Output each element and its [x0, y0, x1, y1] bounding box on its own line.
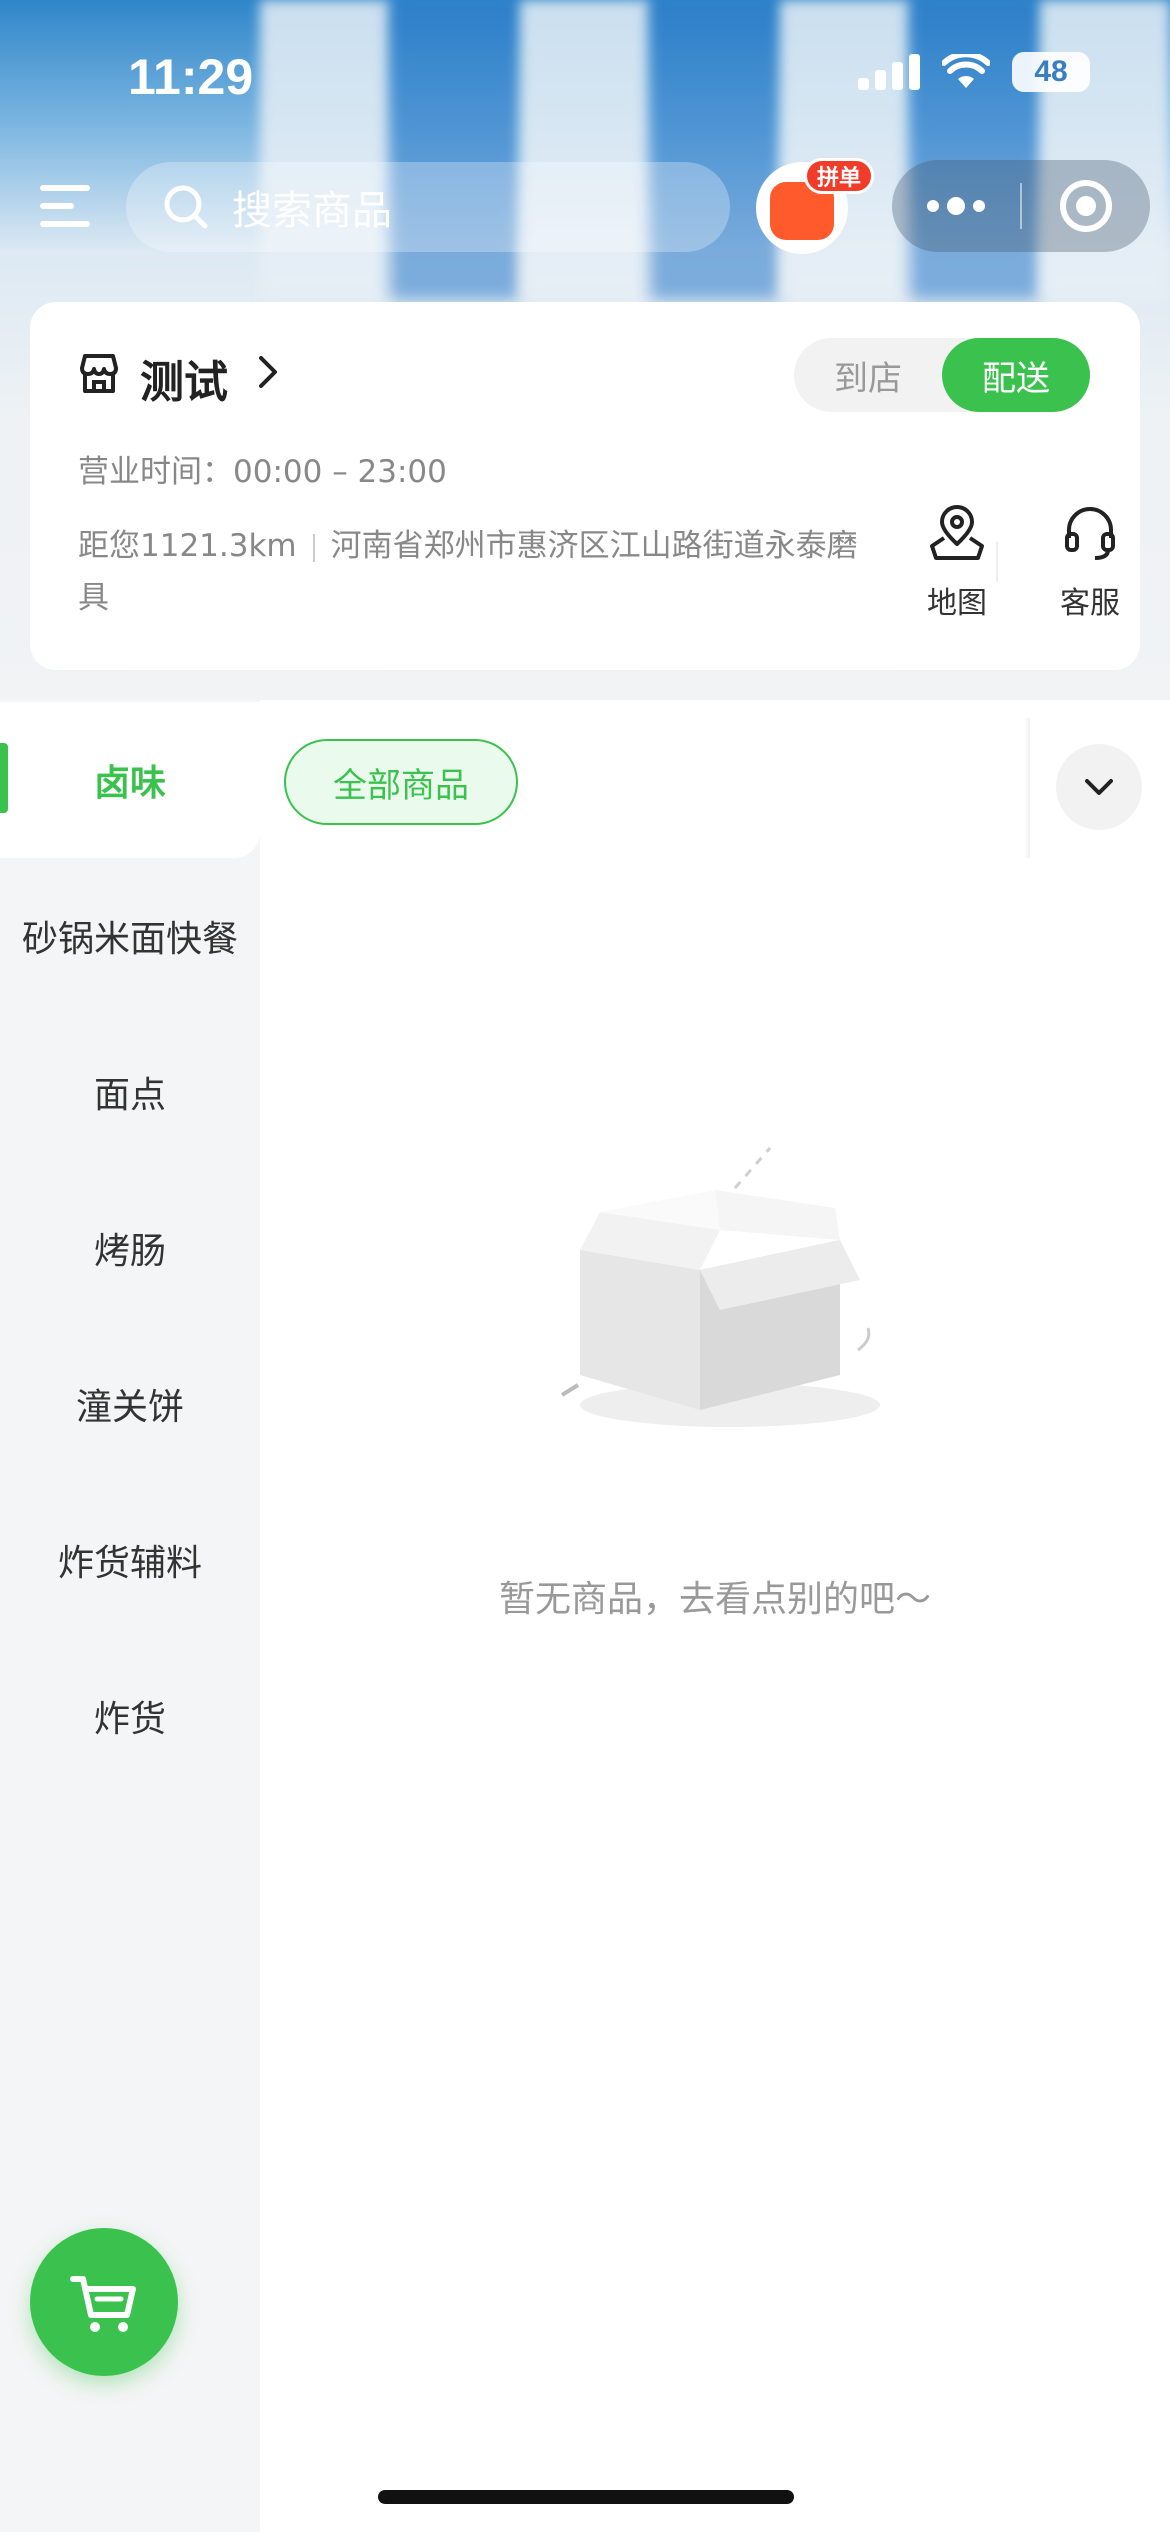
- group-order-button[interactable]: 拼单: [756, 158, 874, 254]
- promo-badge: 拼单: [804, 158, 874, 194]
- more-icon[interactable]: [892, 160, 1020, 252]
- store-name[interactable]: 测试: [140, 346, 228, 410]
- search-icon: [164, 185, 208, 229]
- signal-icon: [858, 54, 920, 90]
- store-address: 距您1121.3km 河南省郑州市惠济区江山路街道永泰磨具: [78, 520, 858, 624]
- mode-delivery[interactable]: 配送: [942, 338, 1090, 412]
- expand-categories-button[interactable]: [1056, 744, 1142, 830]
- service-label: 客服: [1060, 586, 1120, 621]
- customer-service-button[interactable]: 客服: [1035, 502, 1145, 622]
- store-icon: [80, 354, 118, 393]
- mode-pickup[interactable]: 到店: [794, 338, 942, 412]
- status-time: 11:29: [128, 49, 254, 105]
- empty-state-text: 暂无商品，去看点别的吧～: [498, 1579, 931, 1620]
- chevron-right-icon[interactable]: [248, 352, 288, 392]
- home-indicator: [378, 2490, 794, 2504]
- category-item[interactable]: 潼关饼: [0, 1326, 260, 1482]
- cart-icon: [70, 2276, 136, 2332]
- filter-chip-all[interactable]: 全部商品: [284, 739, 518, 825]
- map-pin-icon: [930, 505, 984, 560]
- mini-program-capsule: [892, 160, 1150, 252]
- active-indicator: [0, 743, 8, 813]
- category-item[interactable]: 砂锅米面快餐: [0, 858, 260, 1014]
- map-label: 地图: [927, 586, 987, 621]
- cart-button[interactable]: [30, 2228, 178, 2376]
- business-hours: 营业时间：00:00 – 23:00: [78, 454, 447, 490]
- headset-icon: [1065, 507, 1115, 560]
- category-item[interactable]: 炸货辅料: [0, 1482, 260, 1638]
- category-item[interactable]: 炸货: [0, 1638, 260, 1794]
- search-placeholder: 搜索商品: [232, 188, 392, 234]
- store-distance: 距您1121.3km: [78, 528, 297, 564]
- category-item[interactable]: 面点: [0, 1014, 260, 1170]
- empty-box-icon: [560, 1147, 880, 1427]
- store-card: 测试 到店 配送 营业时间：00:00 – 23:00 距您1121.3km 河南…: [30, 302, 1140, 670]
- chevron-down-icon: [1085, 779, 1113, 795]
- search-input[interactable]: 搜索商品: [126, 162, 730, 252]
- delivery-mode-toggle: 到店 配送: [794, 338, 1090, 412]
- category-item[interactable]: 烤肠: [0, 1170, 260, 1326]
- close-ring-icon[interactable]: [1022, 160, 1150, 252]
- category-item-active[interactable]: 卤味: [0, 702, 260, 858]
- wifi-icon: [942, 54, 990, 88]
- battery-icon: 48: [1012, 52, 1090, 92]
- menu-icon[interactable]: [40, 185, 90, 227]
- status-icons: 48: [858, 52, 1090, 92]
